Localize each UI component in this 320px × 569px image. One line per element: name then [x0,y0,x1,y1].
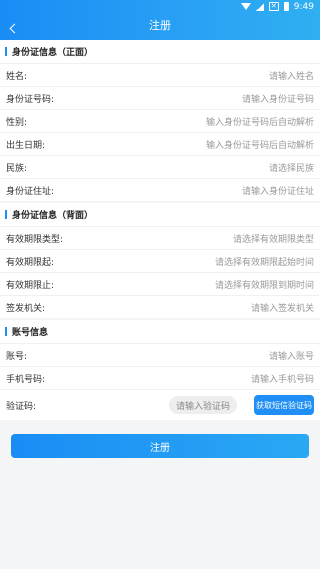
validity-end-select[interactable]: 有效期限止: 请选择有效期限到期时间 [0,272,320,295]
status-bar: ✕ 9:49 [0,0,320,13]
field-placeholder[interactable]: 请输入手机号码 [251,372,314,385]
section-id-front: 身份证信息（正面） [0,40,320,63]
page-title: 注册 [149,19,171,32]
account-field[interactable]: 账号: 请输入账号 [0,343,320,366]
sim-icon: ✕ [268,2,279,11]
field-label: 身份证号码: [6,94,55,105]
wifi-icon [240,3,251,10]
section-title: 身份证信息（背面） [12,211,94,221]
field-placeholder[interactable]: 请输入身份证号码 [242,92,314,105]
field-placeholder: 输入身份证号码后自动解析 [205,140,314,151]
field-placeholder[interactable]: 请选择有效期限到期时间 [215,278,314,291]
id-number-field[interactable]: 身份证号码: 请输入身份证号码 [0,86,320,109]
section-marker [5,47,7,56]
register-form: 身份证信息（正面） 姓名: 请输入姓名 身份证号码: 请输入身份证号码 性别: … [0,40,320,420]
field-label: 出生日期: [6,140,46,151]
verification-code-row: 验证码: 请输入验证码 获取短信验证码 [0,389,320,420]
field-label: 签发机关: [6,303,46,314]
birthdate-field: 出生日期: 输入身份证号码后自动解析 [0,132,320,155]
validity-type-select[interactable]: 有效期限类型: 请选择有效期限类型 [0,226,320,249]
field-label: 验证码: [6,401,37,412]
register-button[interactable]: 注册 [11,434,309,458]
submit-area: 注册 [0,432,320,569]
section-title: 身份证信息（正面） [12,48,94,58]
validity-start-select[interactable]: 有效期限起: 请选择有效期限起始时间 [0,249,320,272]
signal-icon [255,2,264,11]
app-header: ✕ 9:49 注册 [0,0,320,40]
field-label: 手机号码: [6,374,46,385]
section-account: 账号信息 [0,320,320,343]
field-label: 姓名: [6,71,28,82]
gender-field: 性别: 输入身份证号码后自动解析 [0,109,320,132]
phone-field[interactable]: 手机号码: 请输入手机号码 [0,366,320,389]
battery-icon [283,2,289,11]
field-label: 有效期限类型: [6,234,64,245]
status-time: 9:49 [293,1,314,12]
field-placeholder: 输入身份证号码后自动解析 [205,117,314,128]
name-field[interactable]: 姓名: 请输入姓名 [0,63,320,86]
field-label: 账号: [6,351,28,362]
verification-code-input[interactable]: 请输入验证码 [169,396,237,414]
field-placeholder[interactable]: 请选择民族 [269,161,314,174]
field-label: 身份证住址: [6,186,55,197]
section-marker [5,327,7,336]
field-placeholder[interactable]: 请输入签发机关 [251,301,314,314]
section-id-back: 身份证信息（背面） [0,203,320,226]
section-marker [5,210,7,219]
field-placeholder[interactable]: 请输入账号 [269,349,314,362]
field-placeholder[interactable]: 请选择有效期限起始时间 [215,255,314,268]
issuing-authority-field[interactable]: 签发机关: 请输入签发机关 [0,295,320,318]
field-label: 民族: [6,163,28,174]
get-sms-code-button[interactable]: 获取短信验证码 [254,395,314,415]
field-label: 性别: [6,117,28,128]
field-label: 有效期限止: [6,280,55,291]
field-label: 有效期限起: [6,257,55,268]
field-placeholder[interactable]: 请选择有效期限类型 [233,232,314,245]
ethnicity-select[interactable]: 民族: 请选择民族 [0,155,320,178]
field-placeholder[interactable]: 请输入姓名 [269,69,314,82]
field-placeholder[interactable]: 请输入身份证住址 [242,184,314,197]
address-field[interactable]: 身份证住址: 请输入身份证住址 [0,178,320,201]
section-title: 账号信息 [12,328,49,338]
